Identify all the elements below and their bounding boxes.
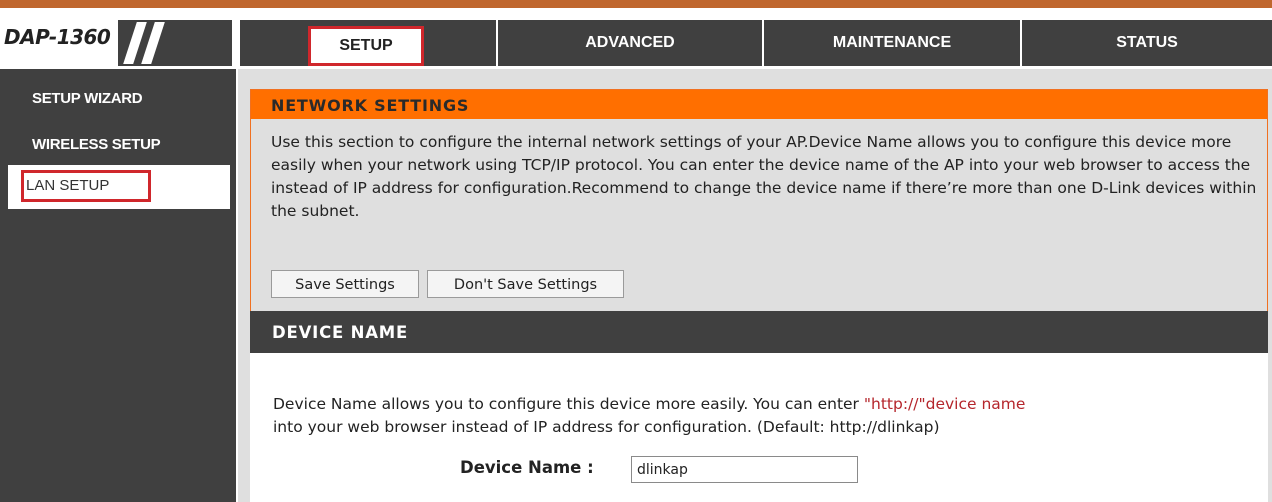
sidebar-item-wireless-setup[interactable]: WIRELESS SETUP	[0, 121, 236, 169]
device-name-desc-text: Device Name allows you to configure this…	[273, 395, 864, 413]
device-name-title: DEVICE NAME	[250, 311, 1268, 353]
model-label: DAP-1360	[4, 25, 111, 49]
device-name-label: Device Name :	[460, 458, 594, 477]
sidebar: SETUP WIZARD WIRELESS SETUP LAN SETUP	[0, 69, 238, 502]
main-content: NETWORK SETTINGS Use this section to con…	[238, 69, 1272, 502]
model-label-background: DAP-1360	[0, 20, 118, 66]
tab-status[interactable]: STATUS	[1022, 20, 1272, 66]
device-name-desc-text-2: into your web browser instead of IP addr…	[273, 418, 940, 436]
device-name-link-text: "http://"device name	[863, 395, 1026, 413]
sidebar-item-lan-setup-label: LAN SETUP	[21, 170, 151, 202]
top-tabs: SETUP ADVANCED MAINTENANCE STATUS	[240, 20, 1272, 66]
save-settings-button[interactable]: Save Settings	[271, 270, 419, 298]
device-name-input[interactable]	[631, 456, 858, 483]
tab-setup[interactable]: SETUP	[308, 26, 424, 66]
tab-advanced[interactable]: ADVANCED	[498, 20, 762, 66]
network-settings-description: Use this section to configure the intern…	[271, 133, 1257, 220]
device-name-section: DEVICE NAME Device Name allows you to co…	[250, 311, 1268, 502]
tab-setup-label: SETUP	[339, 37, 393, 54]
tab-maintenance[interactable]: MAINTENANCE	[764, 20, 1020, 66]
network-settings-title: NETWORK SETTINGS	[251, 90, 1267, 119]
model-block: DAP-1360	[0, 20, 232, 66]
device-name-description: Device Name allows you to configure this…	[273, 393, 1263, 439]
top-accent-stripe	[0, 0, 1272, 8]
sidebar-item-setup-wizard[interactable]: SETUP WIZARD	[0, 75, 236, 123]
dont-save-settings-button[interactable]: Don't Save Settings	[427, 270, 624, 298]
sidebar-item-lan-setup[interactable]: LAN SETUP	[8, 165, 230, 209]
